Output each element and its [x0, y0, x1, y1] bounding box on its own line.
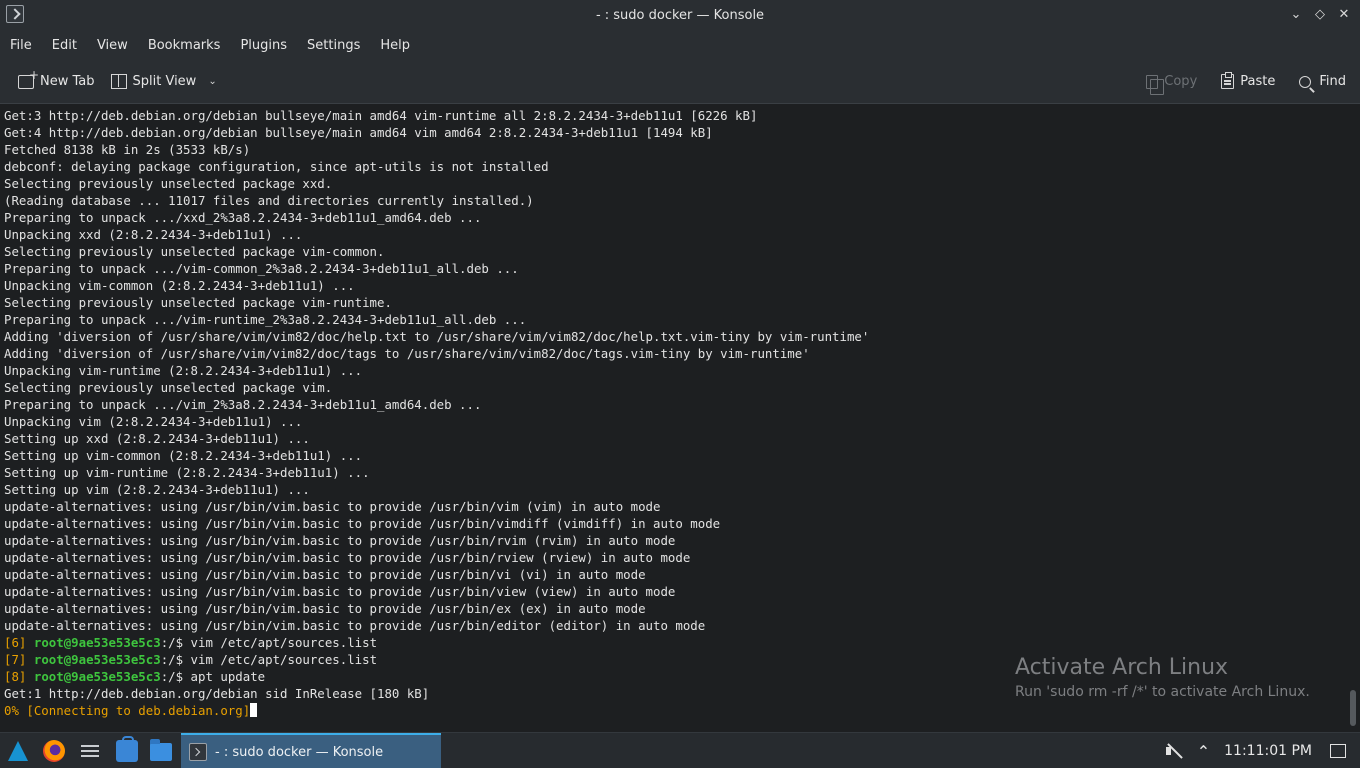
terminal-line: update-alternatives: using /usr/bin/vim.… — [4, 533, 676, 548]
menu-bar: File Edit View Bookmarks Plugins Setting… — [0, 30, 1360, 60]
menu-help[interactable]: Help — [380, 38, 420, 53]
terminal-line: Preparing to unpack .../xxd_2%3a8.2.2434… — [4, 210, 482, 225]
watermark-title: Activate Arch Linux — [1015, 655, 1229, 680]
terminal-line: Selecting previously unselected package … — [4, 244, 385, 259]
system-tray: ⌃ 11:11:01 PM — [1165, 733, 1360, 768]
prompt-command: vim /etc/apt/sources.list — [183, 652, 378, 667]
folder-icon[interactable] — [150, 739, 172, 761]
menu-view[interactable]: View — [97, 38, 138, 53]
terminal-line: Setting up xxd (2:8.2.2434-3+deb11u1) ..… — [4, 431, 310, 446]
activation-watermark: Activate Arch Linux Run 'sudo rm -rf /*'… — [1015, 655, 1310, 700]
terminal-line: Fetched 8138 kB in 2s (3533 kB/s) — [4, 142, 251, 157]
terminal-line: update-alternatives: using /usr/bin/vim.… — [4, 550, 691, 565]
new-tab-label: New Tab — [40, 74, 95, 89]
prompt-number: [6] — [4, 635, 27, 650]
scrollbar-thumb[interactable] — [1350, 690, 1356, 726]
terminal-output[interactable]: Get:3 http://deb.debian.org/debian bulls… — [0, 105, 1342, 732]
store-icon[interactable] — [116, 736, 138, 762]
prompt-user: root@9ae53e53e5c3 — [33, 652, 161, 667]
task-label: - : sudo docker — Konsole — [215, 744, 384, 760]
menu-file[interactable]: File — [10, 38, 42, 53]
title-bar: - : sudo docker — Konsole ⌄ ◇ ✕ — [0, 0, 1360, 30]
prompt-user: root@9ae53e53e5c3 — [33, 669, 161, 684]
prompt-user: root@9ae53e53e5c3 — [33, 635, 161, 650]
prompt-path: :/$ — [160, 635, 184, 650]
progress-text: 0% [Connecting to deb.debian.org] — [4, 703, 251, 718]
terminal-line: update-alternatives: using /usr/bin/vim.… — [4, 584, 676, 599]
copy-label: Copy — [1164, 74, 1198, 89]
arch-icon[interactable] — [8, 741, 28, 761]
terminal-line: update-alternatives: using /usr/bin/vim.… — [4, 567, 646, 582]
prompt-path: :/$ — [160, 652, 184, 667]
copy-button[interactable]: Copy — [1140, 68, 1203, 96]
split-view-button[interactable]: Split View ⌄ — [105, 68, 223, 96]
minimize-icon[interactable]: ⌄ — [1288, 5, 1304, 23]
progress-line: 0% [Connecting to deb.debian.org] — [4, 702, 1342, 719]
find-label: Find — [1319, 74, 1346, 89]
chevron-up-icon[interactable]: ⌃ — [1197, 742, 1210, 761]
paste-button[interactable]: Paste — [1215, 68, 1281, 96]
prompt-number: [8] — [4, 669, 27, 684]
terminal-line: Setting up vim (2:8.2.2434-3+deb11u1) ..… — [4, 482, 310, 497]
terminal-line: Get:3 http://deb.debian.org/debian bulls… — [4, 108, 758, 123]
new-tab-icon — [18, 68, 39, 89]
chevron-down-icon: ⌄ — [208, 76, 217, 87]
terminal-line: Preparing to unpack .../vim-common_2%3a8… — [4, 261, 519, 276]
terminal-line: update-alternatives: using /usr/bin/vim.… — [4, 516, 721, 531]
paste-icon — [1221, 72, 1235, 89]
split-view-icon — [110, 74, 127, 89]
volume-muted-icon[interactable] — [1165, 742, 1183, 760]
terminal-line: (Reading database ... 11017 files and di… — [4, 193, 534, 208]
menu-plugins[interactable]: Plugins — [240, 38, 297, 53]
taskbar: - : sudo docker — Konsole ⌃ 11:11:01 PM — [0, 732, 1360, 768]
terminal-line: Unpacking xxd (2:8.2.2434-3+deb11u1) ... — [4, 227, 303, 242]
firefox-icon[interactable] — [43, 740, 65, 762]
terminal-line: Adding 'diversion of /usr/share/vim/vim8… — [4, 346, 810, 361]
search-icon — [1299, 75, 1312, 88]
terminal-line: Selecting previously unselected package … — [4, 176, 333, 191]
terminal-line: update-alternatives: using /usr/bin/vim.… — [4, 618, 706, 633]
terminal-line: Selecting previously unselected package … — [4, 295, 392, 310]
paste-label: Paste — [1240, 74, 1276, 89]
konsole-task-icon — [189, 743, 207, 761]
terminal-line: Adding 'diversion of /usr/share/vim/vim8… — [4, 329, 870, 344]
menu-bookmarks[interactable]: Bookmarks — [148, 38, 231, 53]
toolbar: New Tab Split View ⌄ Copy Paste Find — [0, 60, 1360, 104]
terminal-line: Unpacking vim-common (2:8.2.2434-3+deb11… — [4, 278, 355, 293]
terminal-line: Preparing to unpack .../vim_2%3a8.2.2434… — [4, 397, 482, 412]
maximize-icon[interactable]: ◇ — [1312, 5, 1328, 23]
terminal-line: update-alternatives: using /usr/bin/vim.… — [4, 601, 646, 616]
new-tab-button[interactable]: New Tab — [12, 68, 101, 96]
split-view-label: Split View — [132, 74, 197, 89]
watermark-subtitle: Run 'sudo rm -rf /*' to activate Arch Li… — [1015, 684, 1310, 700]
terminal-line: Preparing to unpack .../vim-runtime_2%3a… — [4, 312, 527, 327]
window-controls: ⌄ ◇ ✕ — [1288, 5, 1352, 23]
find-button[interactable]: Find — [1293, 68, 1352, 96]
window-title: - : sudo docker — Konsole — [595, 7, 765, 23]
prompt-path: :/$ — [160, 669, 184, 684]
terminal-line: Setting up vim-common (2:8.2.2434-3+deb1… — [4, 448, 363, 463]
konsole-icon[interactable] — [6, 5, 24, 23]
copy-icon — [1146, 74, 1165, 95]
menu-edit[interactable]: Edit — [52, 38, 87, 53]
terminal-line: Unpacking vim (2:8.2.2434-3+deb11u1) ... — [4, 414, 303, 429]
terminal-cursor — [250, 703, 258, 717]
terminal-line: Setting up vim-runtime (2:8.2.2434-3+deb… — [4, 465, 370, 480]
terminal-line: debconf: delaying package configuration,… — [4, 159, 549, 174]
terminal-line: Unpacking vim-runtime (2:8.2.2434-3+deb1… — [4, 363, 363, 378]
terminal-line: update-alternatives: using /usr/bin/vim.… — [4, 499, 661, 514]
prompt-command: apt update — [183, 669, 266, 684]
show-desktop-icon[interactable] — [1330, 744, 1346, 758]
mixer-icon[interactable] — [79, 740, 101, 762]
terminal-line: Get:4 http://deb.debian.org/debian bulls… — [4, 125, 713, 140]
menu-settings[interactable]: Settings — [307, 38, 370, 53]
prompt-command: vim /etc/apt/sources.list — [183, 635, 378, 650]
terminal-line: Selecting previously unselected package … — [4, 380, 333, 395]
prompt-number: [7] — [4, 652, 27, 667]
taskbar-konsole-task[interactable]: - : sudo docker — Konsole — [181, 733, 441, 768]
clock[interactable]: 11:11:01 PM — [1224, 743, 1312, 759]
prompt-line: [6] root@9ae53e53e5c3:/$ vim /etc/apt/so… — [4, 634, 1342, 651]
close-icon[interactable]: ✕ — [1336, 5, 1352, 23]
